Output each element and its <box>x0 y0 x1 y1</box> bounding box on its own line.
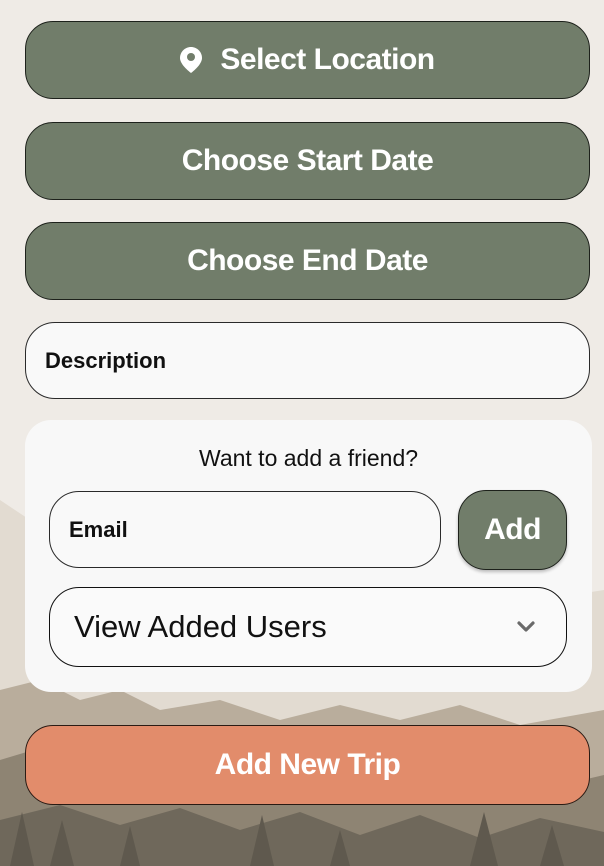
map-pin-icon <box>180 47 203 73</box>
add-new-trip-label: Add New Trip <box>214 748 401 781</box>
choose-start-date-button[interactable]: Choose Start Date <box>25 122 590 200</box>
add-friend-button[interactable]: Add <box>458 490 567 570</box>
add-new-trip-button[interactable]: Add New Trip <box>25 725 590 805</box>
description-input[interactable]: Description <box>25 322 590 399</box>
select-location-label: Select Location <box>220 43 435 76</box>
chevron-down-icon <box>516 620 536 634</box>
choose-end-date-label: Choose End Date <box>187 244 428 277</box>
choose-end-date-button[interactable]: Choose End Date <box>25 222 590 300</box>
create-trip-form: Select Location Choose Start Date Choose… <box>0 0 604 866</box>
email-input[interactable]: Email <box>49 491 441 568</box>
view-added-users-dropdown[interactable]: View Added Users <box>49 587 567 667</box>
email-placeholder: Email <box>69 516 128 542</box>
description-placeholder: Description <box>45 347 167 373</box>
view-added-users-label: View Added Users <box>74 609 327 644</box>
add-friend-card: Want to add a friend? Email Add View Add… <box>25 420 592 692</box>
add-friend-title: Want to add a friend? <box>198 445 419 471</box>
choose-start-date-label: Choose Start Date <box>181 144 434 177</box>
add-friend-label: Add <box>484 513 541 546</box>
select-location-button[interactable]: Select Location <box>25 21 590 99</box>
